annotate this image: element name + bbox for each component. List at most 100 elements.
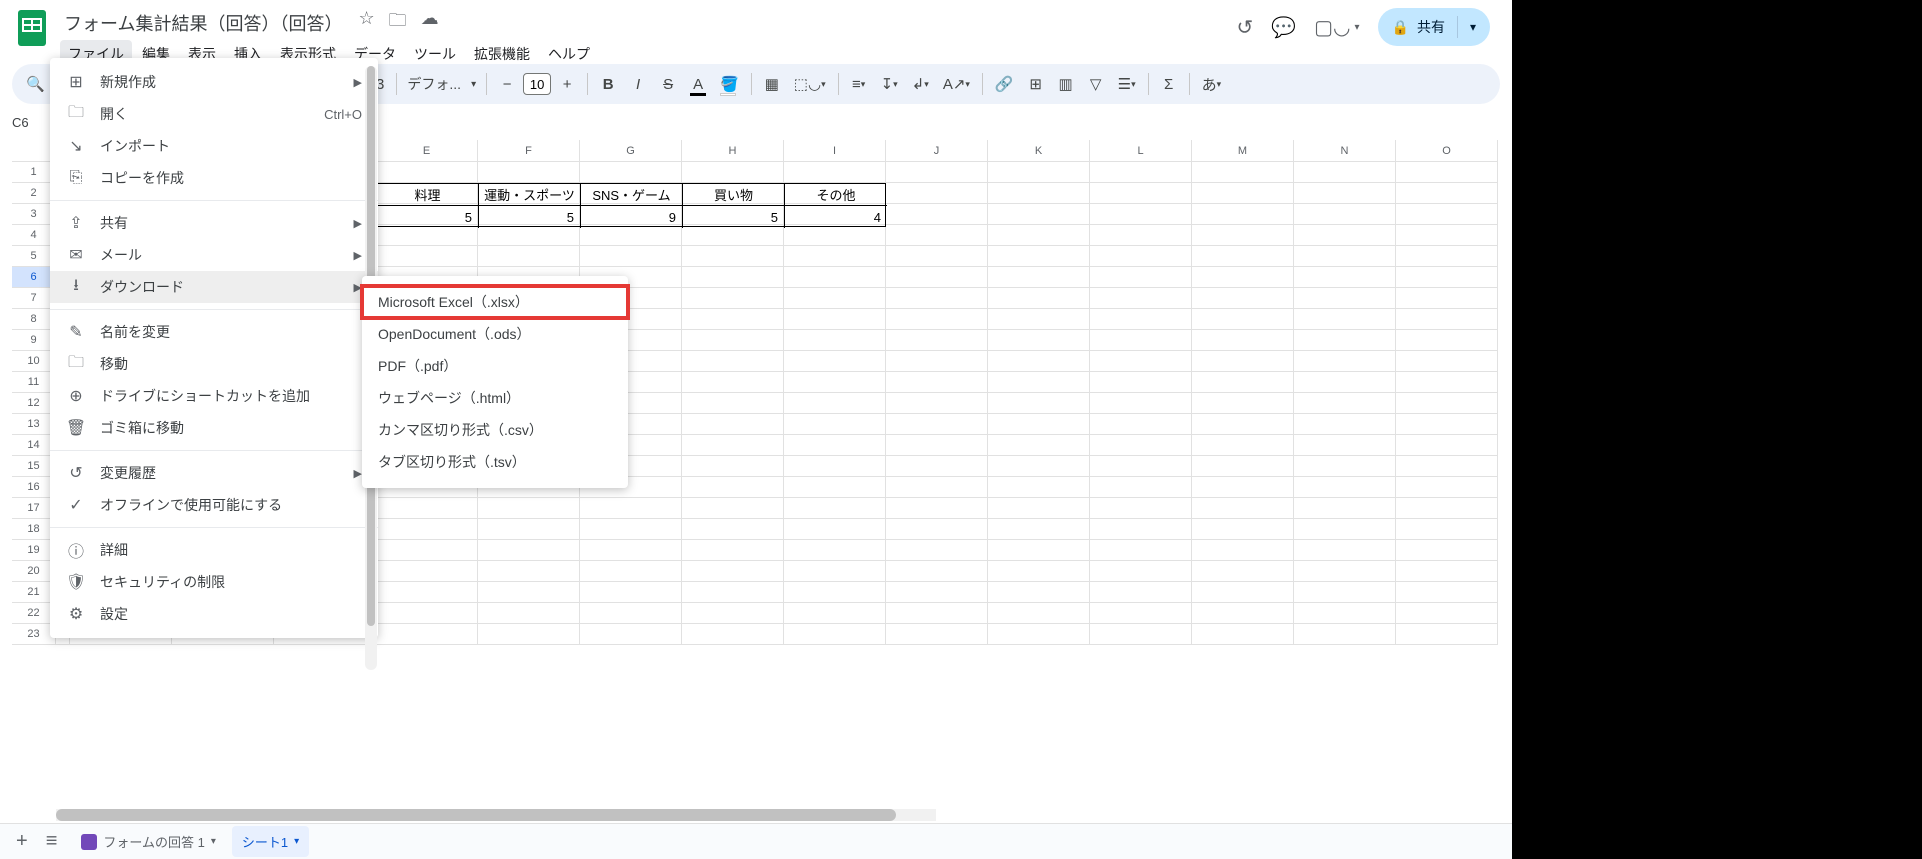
cell[interactable] bbox=[988, 561, 1090, 582]
cell[interactable] bbox=[682, 225, 784, 246]
cell[interactable] bbox=[1294, 624, 1396, 645]
cell[interactable] bbox=[682, 267, 784, 288]
download-option[interactable]: ウェブページ（.html） bbox=[362, 382, 628, 414]
cell[interactable] bbox=[682, 162, 784, 183]
insert-link-button[interactable]: 🔗 bbox=[989, 70, 1020, 98]
file-menu-名前を変更[interactable]: ✎名前を変更 bbox=[50, 316, 378, 348]
cell[interactable] bbox=[1294, 225, 1396, 246]
cell[interactable] bbox=[1396, 183, 1498, 204]
cell[interactable] bbox=[478, 624, 580, 645]
cell[interactable] bbox=[1294, 435, 1396, 456]
cell[interactable] bbox=[784, 435, 886, 456]
cell[interactable] bbox=[784, 309, 886, 330]
cell[interactable] bbox=[886, 351, 988, 372]
cell[interactable] bbox=[988, 393, 1090, 414]
cell[interactable] bbox=[376, 498, 478, 519]
cell[interactable] bbox=[478, 246, 580, 267]
cell[interactable] bbox=[1294, 414, 1396, 435]
cell[interactable] bbox=[1192, 330, 1294, 351]
cell[interactable] bbox=[784, 246, 886, 267]
cell[interactable] bbox=[784, 393, 886, 414]
cell[interactable] bbox=[988, 414, 1090, 435]
column-header-N[interactable]: N bbox=[1294, 140, 1396, 162]
cell[interactable] bbox=[988, 624, 1090, 645]
cell[interactable] bbox=[1294, 288, 1396, 309]
download-option[interactable]: PDF（.pdf） bbox=[362, 350, 628, 382]
cell[interactable] bbox=[784, 498, 886, 519]
cell[interactable] bbox=[1294, 519, 1396, 540]
file-menu-インポート[interactable]: ↘インポート bbox=[50, 130, 378, 162]
sheet-tab[interactable]: シート1▾ bbox=[232, 826, 309, 857]
table-value-cell[interactable]: 9 bbox=[581, 206, 683, 228]
cell[interactable] bbox=[1090, 435, 1192, 456]
cell[interactable] bbox=[886, 561, 988, 582]
cell[interactable] bbox=[1090, 393, 1192, 414]
cell[interactable] bbox=[1090, 414, 1192, 435]
cell[interactable] bbox=[1396, 498, 1498, 519]
cell[interactable] bbox=[1396, 309, 1498, 330]
download-option[interactable]: タブ区切り形式（.tsv） bbox=[362, 446, 628, 478]
cell[interactable] bbox=[1090, 498, 1192, 519]
cell[interactable] bbox=[784, 414, 886, 435]
cell[interactable] bbox=[580, 624, 682, 645]
cell[interactable] bbox=[1396, 288, 1498, 309]
cell[interactable] bbox=[1090, 540, 1192, 561]
cell[interactable] bbox=[580, 561, 682, 582]
cell[interactable] bbox=[886, 477, 988, 498]
column-header-G[interactable]: G bbox=[580, 140, 682, 162]
cell[interactable] bbox=[1294, 246, 1396, 267]
table-value-cell[interactable]: 5 bbox=[683, 206, 785, 228]
cell[interactable] bbox=[376, 225, 478, 246]
cell[interactable] bbox=[1396, 204, 1498, 225]
cell[interactable] bbox=[1192, 435, 1294, 456]
cell[interactable] bbox=[1090, 582, 1192, 603]
column-header-K[interactable]: K bbox=[988, 140, 1090, 162]
cell[interactable] bbox=[784, 519, 886, 540]
download-option[interactable]: OpenDocument（.ods） bbox=[362, 318, 628, 350]
cell[interactable] bbox=[1090, 561, 1192, 582]
cell[interactable] bbox=[682, 309, 784, 330]
share-dropdown-icon[interactable]: ▾ bbox=[1470, 20, 1486, 34]
cell[interactable] bbox=[478, 162, 580, 183]
table-header-cell[interactable]: SNS・ゲーム bbox=[581, 184, 683, 206]
sheet-tab[interactable]: フォームの回答 1▾ bbox=[71, 826, 225, 857]
increase-font-size-button[interactable]: + bbox=[553, 70, 581, 98]
file-menu-開く[interactable]: 🗀開くCtrl+O bbox=[50, 98, 378, 130]
cell[interactable] bbox=[988, 603, 1090, 624]
cell[interactable] bbox=[988, 309, 1090, 330]
cell[interactable] bbox=[1090, 519, 1192, 540]
cell[interactable] bbox=[682, 351, 784, 372]
cell[interactable] bbox=[1192, 351, 1294, 372]
cell[interactable] bbox=[1192, 603, 1294, 624]
cell[interactable] bbox=[1192, 414, 1294, 435]
cell[interactable] bbox=[988, 456, 1090, 477]
cell[interactable] bbox=[784, 288, 886, 309]
cell[interactable] bbox=[1294, 204, 1396, 225]
cell[interactable] bbox=[988, 267, 1090, 288]
cell[interactable] bbox=[478, 519, 580, 540]
cell[interactable] bbox=[886, 204, 988, 225]
file-menu-変更履歴[interactable]: ↺変更履歴▶ bbox=[50, 457, 378, 489]
cell[interactable] bbox=[784, 225, 886, 246]
cell[interactable] bbox=[1192, 519, 1294, 540]
table-header-cell[interactable]: 買い物 bbox=[683, 184, 785, 206]
cell[interactable] bbox=[478, 498, 580, 519]
cell[interactable] bbox=[376, 246, 478, 267]
column-header-I[interactable]: I bbox=[784, 140, 886, 162]
cell[interactable] bbox=[1090, 351, 1192, 372]
cloud-status-icon[interactable]: ☁ bbox=[421, 8, 439, 38]
file-menu-ダウンロード[interactable]: ⭳ダウンロード▶ bbox=[50, 271, 378, 303]
cell[interactable] bbox=[580, 498, 682, 519]
meet-icon[interactable]: ▢◡ ▾ bbox=[1314, 15, 1359, 40]
cell[interactable] bbox=[988, 288, 1090, 309]
history-icon[interactable]: ↺ bbox=[1236, 15, 1253, 40]
cell[interactable] bbox=[1192, 393, 1294, 414]
cell[interactable] bbox=[682, 624, 784, 645]
cell[interactable] bbox=[1294, 267, 1396, 288]
cell[interactable] bbox=[988, 330, 1090, 351]
functions-button[interactable]: Σ bbox=[1155, 70, 1183, 98]
cell[interactable] bbox=[1090, 267, 1192, 288]
cell[interactable] bbox=[988, 246, 1090, 267]
cell[interactable] bbox=[1396, 330, 1498, 351]
cell[interactable] bbox=[1192, 288, 1294, 309]
